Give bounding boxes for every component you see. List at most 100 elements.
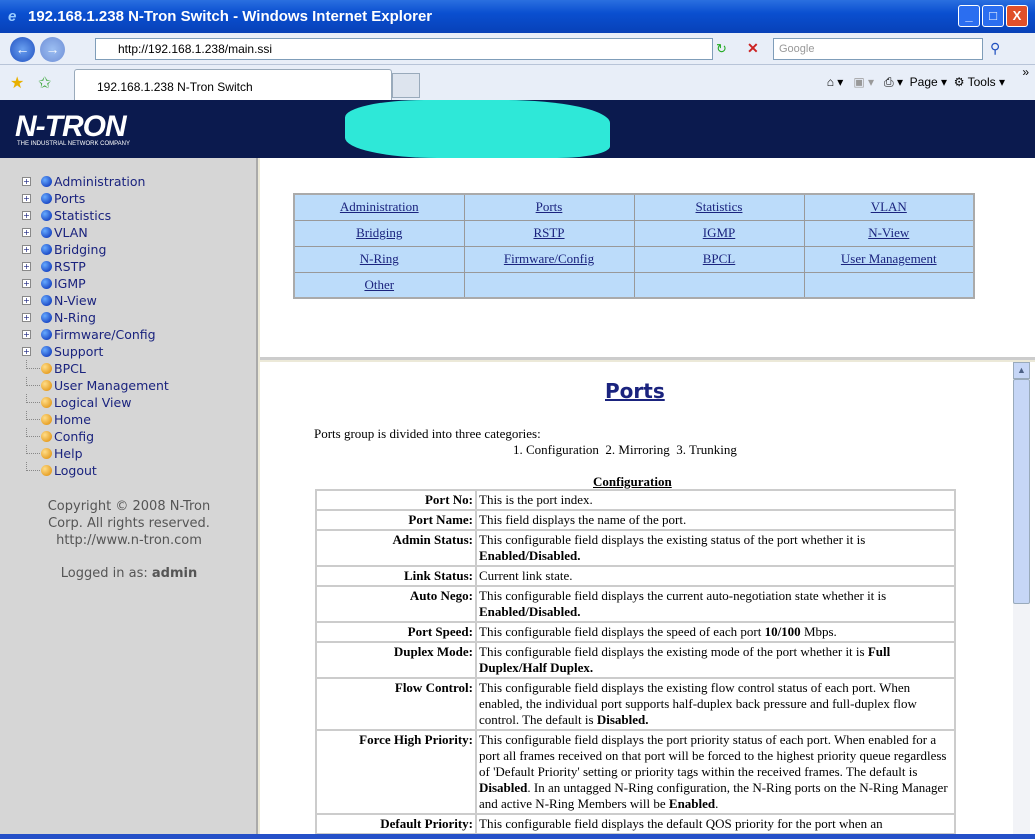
field-description: This configurable field displays the exi… (475, 677, 956, 731)
expand-icon[interactable]: + (22, 330, 31, 339)
close-button[interactable]: X (1006, 5, 1028, 27)
expand-icon[interactable]: + (22, 262, 31, 271)
nav-link[interactable]: Bridging (356, 225, 402, 240)
taskbar (0, 834, 1035, 839)
favorites-star-icon[interactable]: ★ (10, 73, 24, 93)
table-row: Port No: This is the port index. (315, 489, 956, 511)
sidebar-item-label: Config (54, 429, 95, 444)
nav-cell: BPCL (633, 245, 805, 273)
page-menu[interactable]: Page (910, 75, 938, 89)
tree-line (26, 428, 40, 437)
more-chevron[interactable]: » (1022, 65, 1029, 79)
nav-cell: Ports (463, 193, 635, 221)
vertical-scrollbar[interactable]: ▲ (1013, 362, 1030, 839)
print-icon[interactable]: ⎙ ▾ (884, 75, 903, 89)
nav-link[interactable]: VLAN (871, 199, 907, 214)
address-input[interactable]: http://192.168.1.238/main.ssi (95, 38, 713, 60)
expand-icon[interactable]: + (22, 211, 31, 220)
page-bullet-icon (41, 448, 52, 459)
page-bullet-icon (41, 465, 52, 476)
scroll-up-button[interactable]: ▲ (1013, 362, 1030, 379)
folder-bullet-icon (41, 176, 52, 187)
home-icon[interactable]: ⌂ ▾ (827, 75, 844, 89)
nav-link[interactable]: IGMP (703, 225, 736, 240)
sidebar-item-label: Ports (54, 191, 86, 206)
sidebar-item[interactable]: + N-Ring (22, 309, 96, 326)
nav-link[interactable]: Firmware/Config (504, 251, 594, 266)
nav-link[interactable]: User Management (841, 251, 937, 266)
tree-line (26, 411, 40, 420)
nav-link[interactable]: Administration (340, 199, 419, 214)
table-row: Admin Status: This configurable field dis… (315, 529, 956, 567)
tree-line (26, 445, 40, 454)
sidebar-item[interactable]: BPCL (22, 360, 86, 377)
table-row: Flow Control: This configurable field dis… (315, 677, 956, 731)
window-title: 192.168.1.238 N-Tron Switch - Windows In… (28, 8, 433, 25)
sidebar-item[interactable]: + Firmware/Config (22, 326, 156, 343)
back-button[interactable]: ← (10, 37, 35, 62)
nav-link[interactable]: N-Ring (360, 251, 399, 266)
folder-bullet-icon (41, 210, 52, 221)
sidebar-item[interactable]: + Support (22, 343, 103, 360)
sidebar-item[interactable]: + N-View (22, 292, 97, 309)
sidebar-item[interactable]: + VLAN (22, 224, 88, 241)
sidebar-item-label: User Management (54, 378, 169, 393)
expand-icon[interactable]: + (22, 313, 31, 322)
sidebar-item-label: BPCL (54, 361, 86, 376)
expand-icon[interactable]: + (22, 194, 31, 203)
sidebar-item[interactable]: + Bridging (22, 241, 106, 258)
new-tab-button[interactable] (392, 73, 420, 98)
field-description: This is the port index. (475, 489, 956, 511)
field-name: Port No: (315, 489, 477, 511)
copyright-line: Copyright © 2008 N-Tron (47, 499, 211, 514)
logged-in-label: Logged in as: (60, 566, 148, 581)
folder-bullet-icon (41, 193, 52, 204)
scroll-thumb[interactable] (1013, 379, 1030, 604)
table-row: Port Name: This field displays the name o… (315, 509, 956, 531)
field-description: This configurable field displays the cur… (475, 585, 956, 623)
nav-link[interactable]: BPCL (703, 251, 736, 266)
nav-cell: Bridging (293, 219, 465, 247)
browser-tab[interactable]: 192.168.1.238 N-Tron Switch (74, 69, 392, 100)
field-description: This configurable field displays the exi… (475, 641, 956, 679)
nav-link[interactable]: Other (364, 277, 394, 292)
expand-icon[interactable]: + (22, 177, 31, 186)
forward-button[interactable]: → (40, 37, 65, 62)
sidebar-item[interactable]: Logical View (22, 394, 131, 411)
website-link[interactable]: http://www.n-tron.com (0, 532, 258, 549)
page-bullet-icon (41, 397, 52, 408)
nav-link[interactable]: Statistics (696, 199, 743, 214)
field-description: This field displays the name of the port… (475, 509, 956, 531)
nav-link[interactable]: RSTP (533, 225, 564, 240)
folder-bullet-icon (41, 346, 52, 357)
sidebar-item[interactable]: Home (22, 411, 91, 428)
feeds-icon[interactable]: ▣ ▾ (853, 75, 874, 89)
expand-icon[interactable]: + (22, 245, 31, 254)
add-favorites-icon[interactable]: ✩ (38, 73, 51, 93)
tools-menu[interactable]: Tools (968, 75, 996, 89)
maximize-button[interactable]: □ (982, 5, 1004, 27)
sidebar-item[interactable]: Config (22, 428, 94, 445)
expand-icon[interactable]: + (22, 296, 31, 305)
sidebar-item[interactable]: User Management (22, 377, 169, 394)
search-input[interactable]: Google (773, 38, 983, 60)
sidebar-item[interactable]: + Ports (22, 190, 85, 207)
sidebar-item[interactable]: + RSTP (22, 258, 86, 275)
tree-line (26, 394, 40, 403)
refresh-icon[interactable]: ↻ (716, 41, 727, 57)
expand-icon[interactable]: + (22, 347, 31, 356)
sidebar-item[interactable]: + IGMP (22, 275, 86, 292)
sidebar-item[interactable]: + Statistics (22, 207, 111, 224)
minimize-button[interactable]: _ (958, 5, 980, 27)
stop-icon[interactable]: ✕ (747, 40, 759, 57)
expand-icon[interactable]: + (22, 228, 31, 237)
sidebar-item[interactable]: Logout (22, 462, 97, 479)
nav-link[interactable]: N-View (868, 225, 909, 240)
folder-bullet-icon (41, 278, 52, 289)
nav-link[interactable]: Ports (536, 199, 563, 214)
nav-cell: Statistics (633, 193, 805, 221)
sidebar-item[interactable]: Help (22, 445, 83, 462)
sidebar-item[interactable]: + Administration (22, 173, 145, 190)
search-icon[interactable]: ⚲ (990, 40, 1000, 57)
expand-icon[interactable]: + (22, 279, 31, 288)
